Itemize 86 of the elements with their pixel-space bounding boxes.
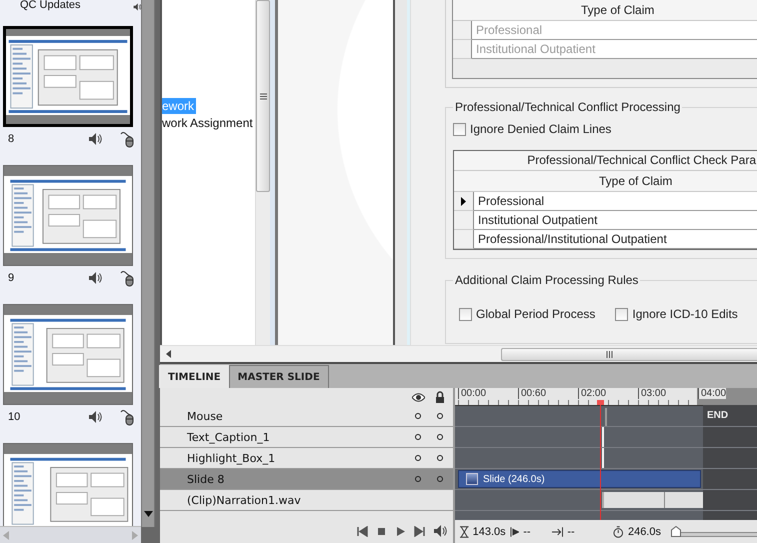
column-header: Type of Claim (454, 171, 757, 192)
group-title: Professional/Technical Conflict Processing (454, 100, 682, 114)
audio-icon[interactable] (88, 271, 102, 285)
scroll-thumb[interactable] (256, 0, 270, 192)
layer-row[interactable]: Text_Caption_1 (160, 427, 453, 448)
slide-icon (466, 473, 478, 485)
mouse-icon[interactable] (120, 270, 134, 286)
lock-toggle[interactable] (437, 434, 443, 440)
layer-name: Mouse (187, 410, 224, 422)
slide-thumbnail[interactable] (3, 26, 133, 127)
column-header: Type of Claim (453, 0, 757, 21)
time-label: 00:60 (518, 388, 546, 399)
layer-row[interactable]: Slide 8 (160, 469, 453, 490)
checkbox[interactable] (459, 308, 472, 320)
lock-toggle[interactable] (437, 476, 443, 482)
scroll-thumb[interactable] (501, 348, 757, 360)
zoom-thumb[interactable] (670, 526, 681, 536)
stopwatch-icon (613, 526, 624, 538)
time-label: 02:00 (578, 388, 606, 399)
mouse-icon[interactable] (120, 408, 134, 426)
layer-name: Slide 8 (187, 472, 226, 486)
scroll-down-icon[interactable] (144, 511, 152, 517)
start-time: -- (523, 526, 531, 538)
duration: 246.0s (628, 526, 661, 538)
current-time: 143.0s (472, 526, 506, 538)
slide-number: 10 (8, 411, 22, 423)
first-frame-icon[interactable] (357, 526, 368, 536)
layer-name: Highlight_Box_1 (187, 452, 276, 464)
zoom-slider[interactable] (670, 526, 757, 538)
checkbox-label: Global Period Process (476, 307, 596, 321)
table-cell: Institutional Outpatient (472, 40, 757, 59)
visibility-toggle[interactable] (415, 434, 421, 440)
group-title: Additional Claim Processing Rules (454, 273, 640, 287)
audio-clip[interactable] (602, 492, 703, 508)
grip-icon (260, 92, 266, 100)
mouse-marker (605, 408, 607, 426)
lock-icon[interactable] (435, 391, 445, 403)
checkbox[interactable] (453, 122, 466, 136)
horizontal-scrollbar[interactable] (160, 345, 757, 362)
time-label: 00:00 (458, 388, 486, 399)
eye-icon[interactable] (412, 392, 425, 402)
start-time-icon (510, 526, 520, 536)
audio-icon[interactable] (88, 410, 102, 424)
row-header[interactable] (454, 192, 474, 211)
scroll-left-icon[interactable] (166, 350, 171, 358)
slide-thumbnail[interactable] (3, 443, 133, 526)
slide-thumbnail[interactable] (3, 304, 133, 405)
slide-bar-label: Slide (246.0s) (483, 474, 545, 484)
lock-toggle[interactable] (437, 455, 443, 461)
checkbox[interactable] (615, 308, 628, 320)
layer-row[interactable]: (Clip)Narration1.wav (160, 490, 453, 511)
checkbox-label: Ignore ICD-10 Edits (632, 307, 738, 321)
slide-group-title: QC Updates (20, 0, 81, 11)
play-icon[interactable] (395, 526, 406, 536)
slide-number: 8 (8, 133, 16, 145)
end-time: -- (567, 526, 575, 538)
stop-icon[interactable] (376, 526, 387, 536)
current-row-icon (461, 196, 466, 206)
end-time-icon (552, 526, 564, 536)
timeline-tab[interactable]: MASTER SLIDE (228, 365, 329, 388)
hourglass-icon (460, 526, 469, 538)
vertical-scrollbar[interactable] (141, 0, 155, 527)
slide-thumbnail[interactable] (3, 165, 133, 266)
end-label: END (707, 410, 728, 421)
time-label: 03:00 (638, 388, 666, 399)
layer-row[interactable]: Mouse (160, 406, 453, 427)
mouse-icon[interactable] (120, 130, 134, 148)
table-caption: Professional/Technical Conflict Check Para (454, 151, 757, 171)
audio-icon[interactable] (433, 524, 447, 538)
visibility-toggle[interactable] (415, 476, 421, 482)
grip-icon (606, 350, 613, 358)
layer-name: Text_Caption_1 (187, 430, 271, 444)
visibility-toggle[interactable] (415, 413, 421, 419)
checkbox-label: Ignore Denied Claim Lines (470, 122, 612, 136)
layer-name: (Clip)Narration1.wav (187, 494, 302, 506)
audio-icon[interactable] (88, 132, 102, 146)
playhead-handle[interactable] (597, 400, 604, 405)
time-label: 04:00 (698, 388, 726, 399)
table-cell: Professional (472, 21, 757, 40)
slide-number: 9 (8, 272, 16, 284)
lock-toggle[interactable] (437, 413, 443, 419)
tree-item[interactable]: work Assignment (162, 115, 255, 131)
slide-bar[interactable]: Slide (246.0s) (458, 470, 701, 488)
timeline-tab[interactable]: TIMELINE (159, 365, 230, 388)
last-frame-icon[interactable] (414, 526, 425, 536)
visibility-toggle[interactable] (415, 455, 421, 461)
